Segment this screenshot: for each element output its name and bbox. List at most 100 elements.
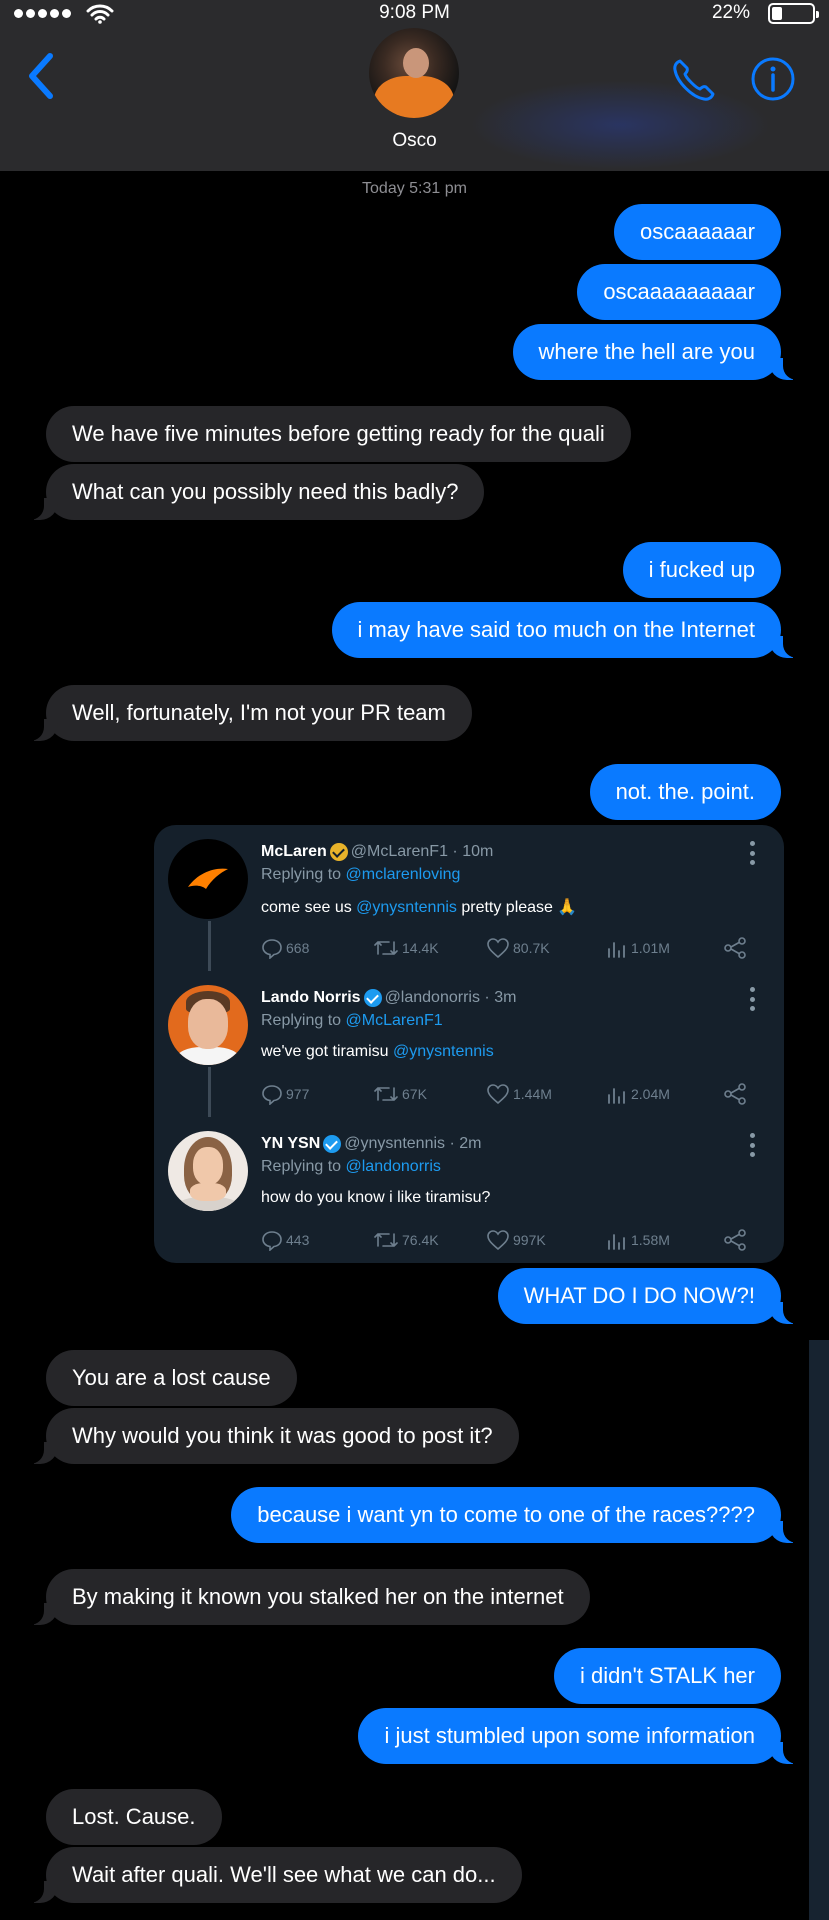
message-text: We have five minutes before getting read… xyxy=(72,421,605,446)
like-action[interactable]: 1.44M xyxy=(486,1083,552,1105)
contact-avatar[interactable] xyxy=(369,28,459,118)
like-count: 997K xyxy=(513,1232,546,1248)
mention-link[interactable]: @McLarenF1 xyxy=(346,1012,443,1029)
retweet-icon xyxy=(374,1087,398,1101)
mention-link[interactable]: @ynysntennis xyxy=(356,899,457,916)
tweet-author-name[interactable]: Lando Norris xyxy=(261,989,361,1007)
mention-link[interactable]: @landonorris xyxy=(346,1158,441,1175)
more-vertical-icon[interactable] xyxy=(750,987,756,1011)
reply-count: 977 xyxy=(286,1086,310,1102)
received-message-bubble[interactable]: Lost. Cause. xyxy=(46,1789,222,1845)
mention-link[interactable]: @mclarenloving xyxy=(346,866,461,883)
sent-message-bubble[interactable]: i didn't STALK her xyxy=(554,1648,781,1704)
conversation-header: 9:08 PM 22% Osco xyxy=(0,0,829,171)
message-text: i fucked up xyxy=(648,557,755,582)
received-message-bubble[interactable]: By making it known you stalked her on th… xyxy=(24,1569,590,1625)
status-bar: 9:08 PM 22% xyxy=(0,0,829,28)
info-button[interactable] xyxy=(750,56,796,102)
mention-link[interactable]: @ynysntennis xyxy=(393,1043,494,1060)
sent-message-bubble[interactable]: oscaaaaaar xyxy=(614,204,781,260)
avatar[interactable] xyxy=(168,1131,248,1211)
bubble-tail xyxy=(769,1300,803,1324)
tweet-actions: 668 14.4K 80.7K 1.01M xyxy=(261,937,761,961)
sent-message-bubble[interactable]: WHAT DO I DO NOW?! xyxy=(497,1268,803,1324)
tweet-author-name[interactable]: McLaren xyxy=(261,843,327,861)
tweet-time: · 3m xyxy=(484,989,517,1006)
received-message-bubble[interactable]: You are a lost cause xyxy=(46,1350,297,1406)
message-text: Well, fortunately, I'm not your PR team xyxy=(72,700,446,725)
views-action[interactable]: 1.58M xyxy=(606,1229,670,1251)
status-time: 9:08 PM xyxy=(379,2,450,23)
views-action[interactable]: 1.01M xyxy=(606,937,670,959)
sent-message-bubble[interactable]: i just stumbled upon some information xyxy=(358,1708,803,1764)
like-action[interactable]: 997K xyxy=(486,1229,546,1251)
message-text: What can you possibly need this badly? xyxy=(72,479,459,504)
tweet[interactable]: McLaren @McLarenF1 · 10m Replying to @mc… xyxy=(154,825,784,971)
view-count: 2.04M xyxy=(631,1086,670,1102)
share-action[interactable] xyxy=(723,1229,747,1251)
tweet-author-name[interactable]: YN YSN xyxy=(261,1135,320,1153)
heart-icon xyxy=(487,938,509,959)
tweet-actions: 443 76.4K 997K 1.58M xyxy=(261,1229,761,1253)
bubble-tail xyxy=(24,1440,58,1464)
more-vertical-icon[interactable] xyxy=(750,841,756,865)
retweet-action[interactable]: 76.4K xyxy=(373,1229,439,1251)
share-action[interactable] xyxy=(723,1083,747,1105)
tweet-author-handle[interactable]: @McLarenF1 xyxy=(351,843,448,861)
more-vertical-icon[interactable] xyxy=(750,1133,756,1157)
share-action[interactable] xyxy=(723,937,747,959)
share-icon xyxy=(724,1229,746,1251)
message-text: Lost. Cause. xyxy=(72,1804,196,1829)
back-button[interactable] xyxy=(22,48,62,104)
contact-name[interactable]: Osco xyxy=(0,130,829,152)
tweet-header: YN YSN @ynysntennis · 2m xyxy=(261,1135,481,1153)
retweet-count: 76.4K xyxy=(402,1232,439,1248)
heart-icon xyxy=(487,1230,509,1251)
sent-message-bubble[interactable]: not. the. point. xyxy=(589,764,781,820)
received-message-bubble[interactable]: Well, fortunately, I'm not your PR team xyxy=(24,685,472,741)
received-message-bubble[interactable]: What can you possibly need this badly? xyxy=(24,464,485,520)
tweet[interactable]: Lando Norris @landonorris · 3m Replying … xyxy=(154,971,784,1117)
message-text: oscaaaaaar xyxy=(640,219,755,244)
call-button[interactable] xyxy=(670,56,718,104)
sent-message-bubble[interactable]: where the hell are you xyxy=(512,324,803,380)
tweet-author-handle[interactable]: @ynysntennis xyxy=(344,1135,445,1153)
like-action[interactable]: 80.7K xyxy=(486,937,550,959)
share-icon xyxy=(724,937,746,959)
tweet-text: we've got tiramisu @ynysntennis xyxy=(261,1043,494,1061)
bubble-tail xyxy=(24,496,58,520)
tweet-screenshot-attachment[interactable]: McLaren @McLarenF1 · 10m Replying to @mc… xyxy=(154,825,784,1263)
avatar[interactable] xyxy=(168,985,248,1065)
retweet-count: 14.4K xyxy=(402,940,439,956)
replying-label: Replying to xyxy=(261,1158,346,1175)
tweet-author-handle[interactable]: @landonorris xyxy=(385,989,480,1007)
tweet-actions: 977 67K 1.44M 2.04M xyxy=(261,1083,761,1107)
reply-action[interactable]: 977 xyxy=(261,1083,309,1105)
received-message-bubble[interactable]: We have five minutes before getting read… xyxy=(46,406,631,462)
sent-message-bubble[interactable]: oscaaaaaaaaar xyxy=(577,264,781,320)
message-text: because i want yn to come to one of the … xyxy=(257,1502,755,1527)
message-text: i just stumbled upon some information xyxy=(384,1723,755,1748)
bubble-tail xyxy=(769,1519,803,1543)
tweet[interactable]: YN YSN @ynysntennis · 2m Replying to @la… xyxy=(154,1117,784,1263)
sent-message-bubble[interactable]: i may have said too much on the Internet xyxy=(331,602,803,658)
comment-icon xyxy=(262,939,282,959)
received-message-bubble[interactable]: Wait after quali. We'll see what we can … xyxy=(24,1847,522,1903)
phone-icon xyxy=(673,59,715,101)
retweet-action[interactable]: 14.4K xyxy=(373,937,439,959)
reply-action[interactable]: 668 xyxy=(261,937,309,959)
reply-count: 443 xyxy=(286,1232,310,1248)
view-count: 1.58M xyxy=(631,1232,670,1248)
received-message-bubble[interactable]: Why would you think it was good to post … xyxy=(24,1408,519,1464)
message-text: Wait after quali. We'll see what we can … xyxy=(72,1862,496,1887)
reply-action[interactable]: 443 xyxy=(261,1229,309,1251)
tweet-text: how do you know i like tiramisu? xyxy=(261,1189,490,1207)
like-count: 80.7K xyxy=(513,940,550,956)
retweet-icon xyxy=(374,941,398,955)
sent-message-bubble[interactable]: i fucked up xyxy=(622,542,781,598)
sent-message-bubble[interactable]: because i want yn to come to one of the … xyxy=(231,1487,803,1543)
views-action[interactable]: 2.04M xyxy=(606,1083,670,1105)
bubble-tail xyxy=(24,717,58,741)
avatar[interactable] xyxy=(168,839,248,919)
retweet-action[interactable]: 67K xyxy=(373,1083,427,1105)
